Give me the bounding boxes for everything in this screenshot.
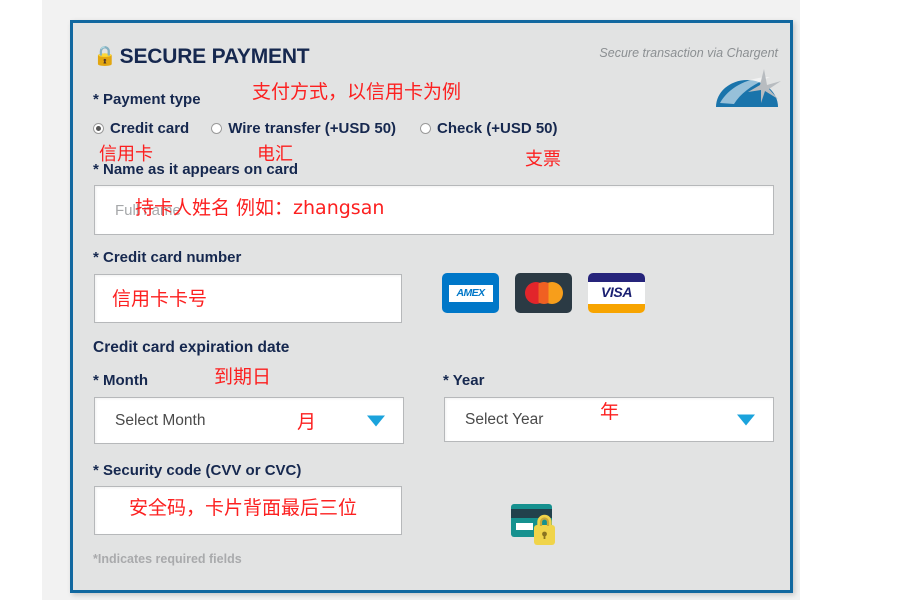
year-select-value: Select Year bbox=[465, 410, 544, 428]
cardholder-name-input[interactable]: Full name bbox=[94, 185, 774, 235]
expiration-section-label: Credit card expiration date bbox=[93, 339, 290, 356]
month-label: * Month bbox=[93, 372, 148, 389]
accepted-card-brands: AMEX VISA bbox=[442, 273, 645, 313]
radio-label-wire-transfer: Wire transfer (+USD 50) bbox=[228, 120, 397, 137]
payment-type-radio-group: Credit card Wire transfer (+USD 50) Chec… bbox=[93, 120, 558, 137]
month-select-value: Select Month bbox=[115, 411, 206, 429]
radio-credit-card-icon[interactable] bbox=[93, 123, 104, 134]
required-fields-note: *Indicates required fields bbox=[93, 552, 242, 566]
radio-wire-transfer-icon[interactable] bbox=[211, 123, 223, 134]
radio-option-check[interactable]: Check (+USD 50) bbox=[420, 120, 558, 137]
page-title: SECURE PAYMENT bbox=[119, 45, 310, 68]
amex-logo-text: AMEX bbox=[456, 287, 486, 299]
visa-logo: VISA bbox=[588, 273, 645, 313]
lock-icon: 🔒 bbox=[93, 45, 117, 67]
page-right-margin bbox=[800, 0, 909, 608]
radio-label-check: Check (+USD 50) bbox=[437, 120, 558, 137]
payment-type-label: * Payment type bbox=[93, 91, 201, 108]
card-number-label: * Credit card number bbox=[93, 249, 242, 266]
year-label: * Year bbox=[443, 372, 485, 389]
chargent-dome-star-logo bbox=[712, 67, 782, 111]
radio-check-icon[interactable] bbox=[420, 123, 432, 134]
security-code-label: * Security code (CVV or CVC) bbox=[93, 462, 302, 479]
cardholder-name-placeholder: Full name bbox=[115, 201, 181, 219]
page-bottom-margin bbox=[42, 600, 909, 608]
amex-logo: AMEX bbox=[442, 273, 499, 313]
month-select[interactable]: Select Month bbox=[94, 397, 404, 444]
card-number-input[interactable] bbox=[94, 274, 402, 323]
year-select[interactable]: Select Year bbox=[444, 397, 774, 442]
security-code-input[interactable] bbox=[94, 486, 402, 535]
cardholder-name-label: * Name as it appears on card bbox=[93, 161, 299, 178]
radio-option-credit-card[interactable]: Credit card bbox=[93, 120, 189, 137]
visa-logo-text: VISA bbox=[600, 284, 633, 300]
mastercard-logo bbox=[515, 273, 572, 313]
secure-payment-header: 🔒 SECURE PAYMENT bbox=[93, 45, 310, 69]
chevron-down-icon[interactable] bbox=[737, 414, 755, 425]
radio-option-wire-transfer[interactable]: Wire transfer (+USD 50) bbox=[211, 120, 396, 137]
radio-label-credit-card: Credit card bbox=[110, 120, 190, 137]
secure-transaction-note: Secure transaction via Chargent bbox=[599, 46, 778, 60]
page-left-margin bbox=[0, 0, 42, 608]
chevron-down-icon[interactable] bbox=[367, 415, 385, 426]
secure-payment-form-card: 🔒 SECURE PAYMENT Secure transaction via … bbox=[70, 20, 793, 593]
credit-card-lock-icon bbox=[510, 502, 558, 548]
